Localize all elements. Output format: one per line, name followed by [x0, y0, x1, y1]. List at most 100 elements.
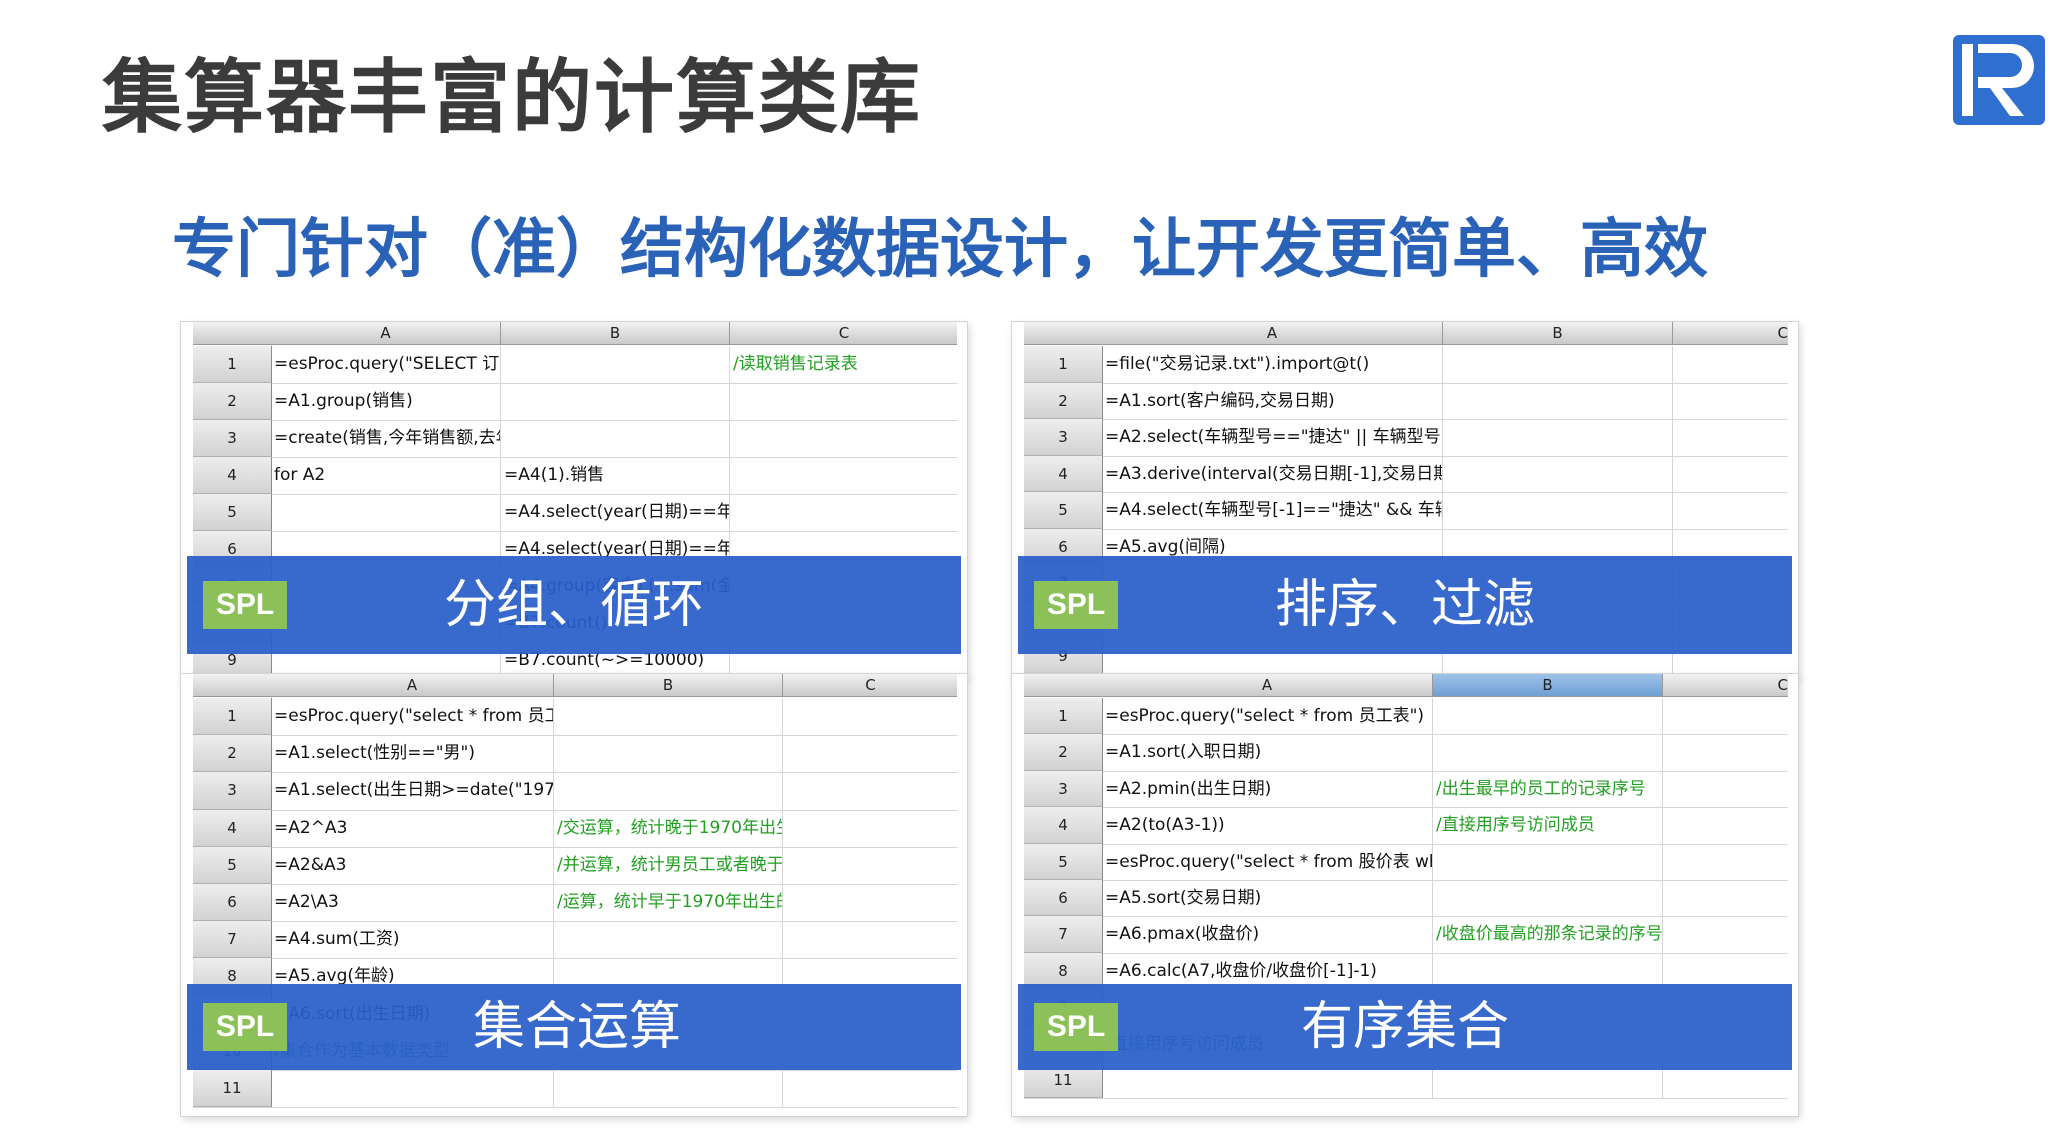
cell-a[interactable]: =A2^A3	[271, 809, 554, 847]
cell-b[interactable]: /运算，统计早于1970年出生的男员工	[554, 884, 783, 922]
cell-a[interactable]: =create(销售,今年销售额,去年销售额,客户数,大客户数)	[271, 420, 501, 457]
cell-b[interactable]: =A4(1).销售	[501, 457, 730, 494]
cell-a[interactable]: =A4.select(车辆型号[-1]=="捷达" && 车辆型号=="迈腾" …	[1102, 492, 1443, 529]
cell-b[interactable]	[1433, 880, 1663, 917]
cell-a[interactable]: =A1.select(性别=="男")	[271, 735, 554, 773]
row-header[interactable]: 7	[193, 921, 272, 959]
feature-band: SPL 有序集合	[1018, 984, 1792, 1070]
cell-b[interactable]	[501, 346, 730, 383]
row-header[interactable]: 4	[193, 809, 272, 847]
row-header[interactable]: 2	[1024, 382, 1103, 419]
row-header[interactable]: 3	[1024, 770, 1103, 808]
cell-a[interactable]: =A2.select(车辆型号=="捷达" || 车辆型号=="迈腾").dup…	[1102, 419, 1443, 456]
cell-b[interactable]: /交运算，统计晚于1970年出生的男员工	[554, 809, 783, 847]
cell-b[interactable]	[1433, 698, 1663, 735]
cell-a[interactable]: =A2&A3	[271, 846, 554, 884]
cell-a[interactable]: =A1.select(出生日期>=date("1970-01-01"))	[271, 772, 554, 810]
cell-a[interactable]: for A2	[271, 457, 501, 494]
cell-b[interactable]: /并运算，统计男员工或者晚于1970年出生的员工	[554, 846, 783, 884]
cell-a[interactable]: =A5.sort(交易日期)	[1102, 880, 1433, 917]
column-header-b[interactable]: B	[1433, 674, 1663, 696]
cell-b[interactable]: /收盘价最高的那条记录的序号	[1433, 916, 1663, 953]
row-header[interactable]: 1	[1024, 698, 1103, 735]
cell-b[interactable]: /直接用序号访问成员	[1433, 807, 1663, 844]
row-header[interactable]: 11	[193, 1070, 272, 1108]
spreadsheet-panel-set-operations: A B C 1=esProc.query("select * from 员工表"…	[181, 674, 967, 1116]
row-header[interactable]: 5	[193, 494, 272, 531]
column-header-c[interactable]: C	[1673, 322, 1788, 344]
cell-a[interactable]: =A6.pmax(收盘价)	[1102, 916, 1433, 953]
cell-a[interactable]: =esProc.query("select * from 员工表")	[1102, 698, 1433, 735]
row-header[interactable]: 1	[193, 698, 272, 736]
cell-a[interactable]: =A2(to(A3-1))	[1102, 807, 1433, 844]
cell-b[interactable]	[1433, 843, 1663, 880]
cell-b[interactable]	[1443, 382, 1673, 419]
cell-c[interactable]	[730, 457, 957, 494]
cell-b[interactable]	[554, 921, 783, 959]
column-header-a[interactable]: A	[1102, 322, 1443, 344]
cell-a[interactable]: =A1.sort(入职日期)	[1102, 734, 1433, 771]
column-header-a[interactable]: A	[271, 674, 554, 696]
table-row: 1 =file("交易记录.txt").import@t()	[1024, 346, 1788, 384]
cell-a[interactable]: =A1.sort(客户编码,交易日期)	[1102, 382, 1443, 419]
row-header[interactable]: 3	[193, 420, 272, 457]
table-row: 7 =A4.sum(工资)	[193, 921, 957, 960]
column-header-c[interactable]: C	[1663, 674, 1788, 696]
column-header-c[interactable]: C	[783, 674, 957, 696]
row-header[interactable]: 5	[1024, 843, 1103, 880]
cell-a[interactable]: =A3.derive(interval(交易日期[-1],交易日期):间隔)	[1102, 455, 1443, 492]
cell-a[interactable]: =A2.pmin(出生日期)	[1102, 770, 1433, 808]
row-header[interactable]: 2	[193, 735, 272, 773]
cell-b[interactable]	[1443, 346, 1673, 383]
cell-b[interactable]	[554, 1070, 783, 1108]
column-header-b[interactable]: B	[1443, 322, 1673, 344]
cell-c[interactable]: /读取销售记录表	[730, 346, 957, 383]
row-header[interactable]: 7	[1024, 916, 1103, 953]
cell-a[interactable]: =A4.sum(工资)	[271, 921, 554, 959]
row-header[interactable]: 6	[1024, 880, 1103, 917]
table-row: 11	[193, 1070, 957, 1109]
row-header[interactable]: 6	[193, 884, 272, 922]
cell-b[interactable]	[501, 420, 730, 457]
row-header[interactable]: 1	[193, 346, 272, 383]
row-header[interactable]: 2	[193, 383, 272, 420]
cell-b[interactable]	[1443, 455, 1673, 492]
cell-b[interactable]	[1433, 734, 1663, 771]
row-header[interactable]: 3	[193, 772, 272, 810]
cell-b[interactable]	[554, 698, 783, 736]
row-header[interactable]: 4	[1024, 807, 1103, 844]
cell-b[interactable]	[554, 735, 783, 773]
row-header[interactable]: 2	[1024, 734, 1103, 771]
cell-a[interactable]: =A1.group(销售)	[271, 383, 501, 420]
column-header-a[interactable]: A	[271, 322, 501, 344]
table-row: 4=A2^A3/交运算，统计晚于1970年出生的男员工	[193, 809, 957, 848]
row-header[interactable]: 4	[1024, 455, 1103, 492]
table-row: −4for A2=A4(1).销售	[193, 457, 957, 495]
cell-a[interactable]	[271, 494, 501, 531]
cell-b[interactable]: /出生最早的员工的记录序号	[1433, 770, 1663, 808]
cell-b[interactable]	[1443, 419, 1673, 456]
row-header[interactable]: 5	[1024, 492, 1103, 529]
cell-b[interactable]	[1443, 492, 1673, 529]
cell-b[interactable]	[501, 383, 730, 420]
column-header-c[interactable]: C	[730, 322, 957, 344]
cell-a[interactable]: =esProc.query("SELECT 订单ID AS 合同,订购日期 AS	[271, 346, 501, 383]
cell-c[interactable]	[730, 420, 957, 457]
cell-a[interactable]	[271, 1070, 554, 1108]
row-header[interactable]: 3	[1024, 419, 1103, 456]
cell-a[interactable]: =esProc.query("select * from 股价表 where 股…	[1102, 843, 1433, 880]
row-header[interactable]: 4	[193, 457, 272, 494]
cell-c[interactable]	[730, 494, 957, 531]
row-header[interactable]: 1	[1024, 346, 1103, 383]
cell-a[interactable]: =A2\A3	[271, 884, 554, 922]
cell-b[interactable]: =A4.select(year(日期)==年份).sum(金额)	[501, 494, 730, 531]
table-row: 5 =A4.select(year(日期)==年份).sum(金额)	[193, 494, 957, 532]
cell-a[interactable]: =file("交易记录.txt").import@t()	[1102, 346, 1443, 383]
column-header-a[interactable]: A	[1102, 674, 1433, 696]
cell-c[interactable]	[730, 383, 957, 420]
cell-b[interactable]	[554, 772, 783, 810]
row-header[interactable]: 5	[193, 846, 272, 884]
column-header-b[interactable]: B	[501, 322, 730, 344]
column-header-b[interactable]: B	[554, 674, 783, 696]
cell-a[interactable]: =esProc.query("select * from 员工表")	[271, 698, 554, 736]
